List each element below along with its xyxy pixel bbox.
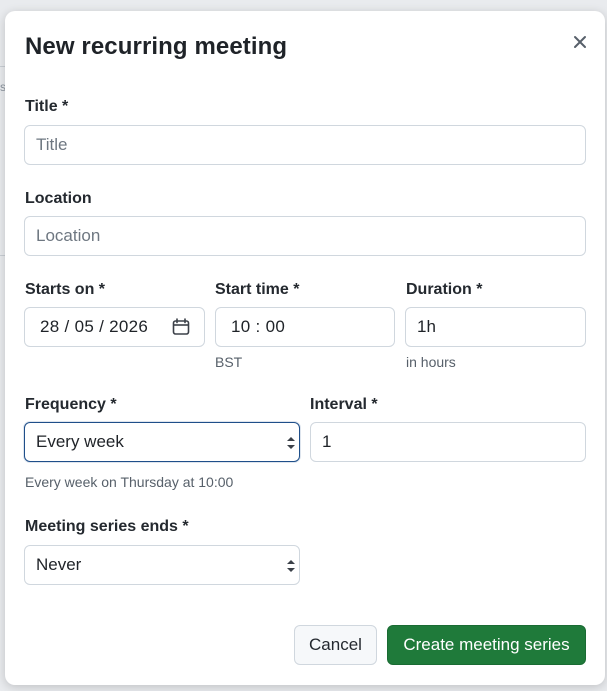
timezone-hint: BST [215,354,243,370]
series-ends-value: Never [36,555,82,574]
starts-on-date-input[interactable]: 28 / 05 / 2026 [24,307,205,347]
title-input[interactable] [36,135,574,155]
duration-label: Duration * [406,281,483,298]
duration-value: 1h [417,317,436,336]
starts-on-label: Starts on * [25,281,106,298]
location-label: Location [25,190,92,207]
duration-hint: in hours [406,354,456,370]
interval-value: 1 [322,432,332,451]
start-time-label: Start time * [215,281,300,298]
create-meeting-series-button[interactable]: Create meeting series [387,625,586,665]
close-button[interactable] [569,31,591,53]
dialog-title: New recurring meeting [25,33,288,60]
location-field[interactable] [24,216,586,256]
start-time-value: 10 : 00 [231,317,286,336]
title-field[interactable] [24,125,586,165]
interval-label: Interval * [310,396,378,413]
frequency-label: Frequency * [25,396,117,413]
calendar-icon[interactable] [172,318,190,336]
cancel-button[interactable]: Cancel [294,625,377,665]
interval-input[interactable]: 1 [310,422,586,462]
close-icon [574,36,586,48]
series-ends-select[interactable]: Never [24,545,300,585]
select-arrows-icon [287,437,295,449]
select-arrows-icon [287,560,295,572]
recurring-meeting-dialog: New recurring meeting Title * Location S… [5,11,605,685]
starts-on-value: 28 / 05 / 2026 [40,317,149,336]
series-ends-label: Meeting series ends * [25,518,189,535]
start-time-input[interactable]: 10 : 00 [215,307,395,347]
location-input[interactable] [36,226,574,246]
frequency-value: Every week [36,432,124,451]
frequency-hint: Every week on Thursday at 10:00 [25,474,234,490]
frequency-select[interactable]: Every week [24,422,300,462]
duration-input[interactable]: 1h [405,307,586,347]
title-label: Title * [25,98,69,115]
